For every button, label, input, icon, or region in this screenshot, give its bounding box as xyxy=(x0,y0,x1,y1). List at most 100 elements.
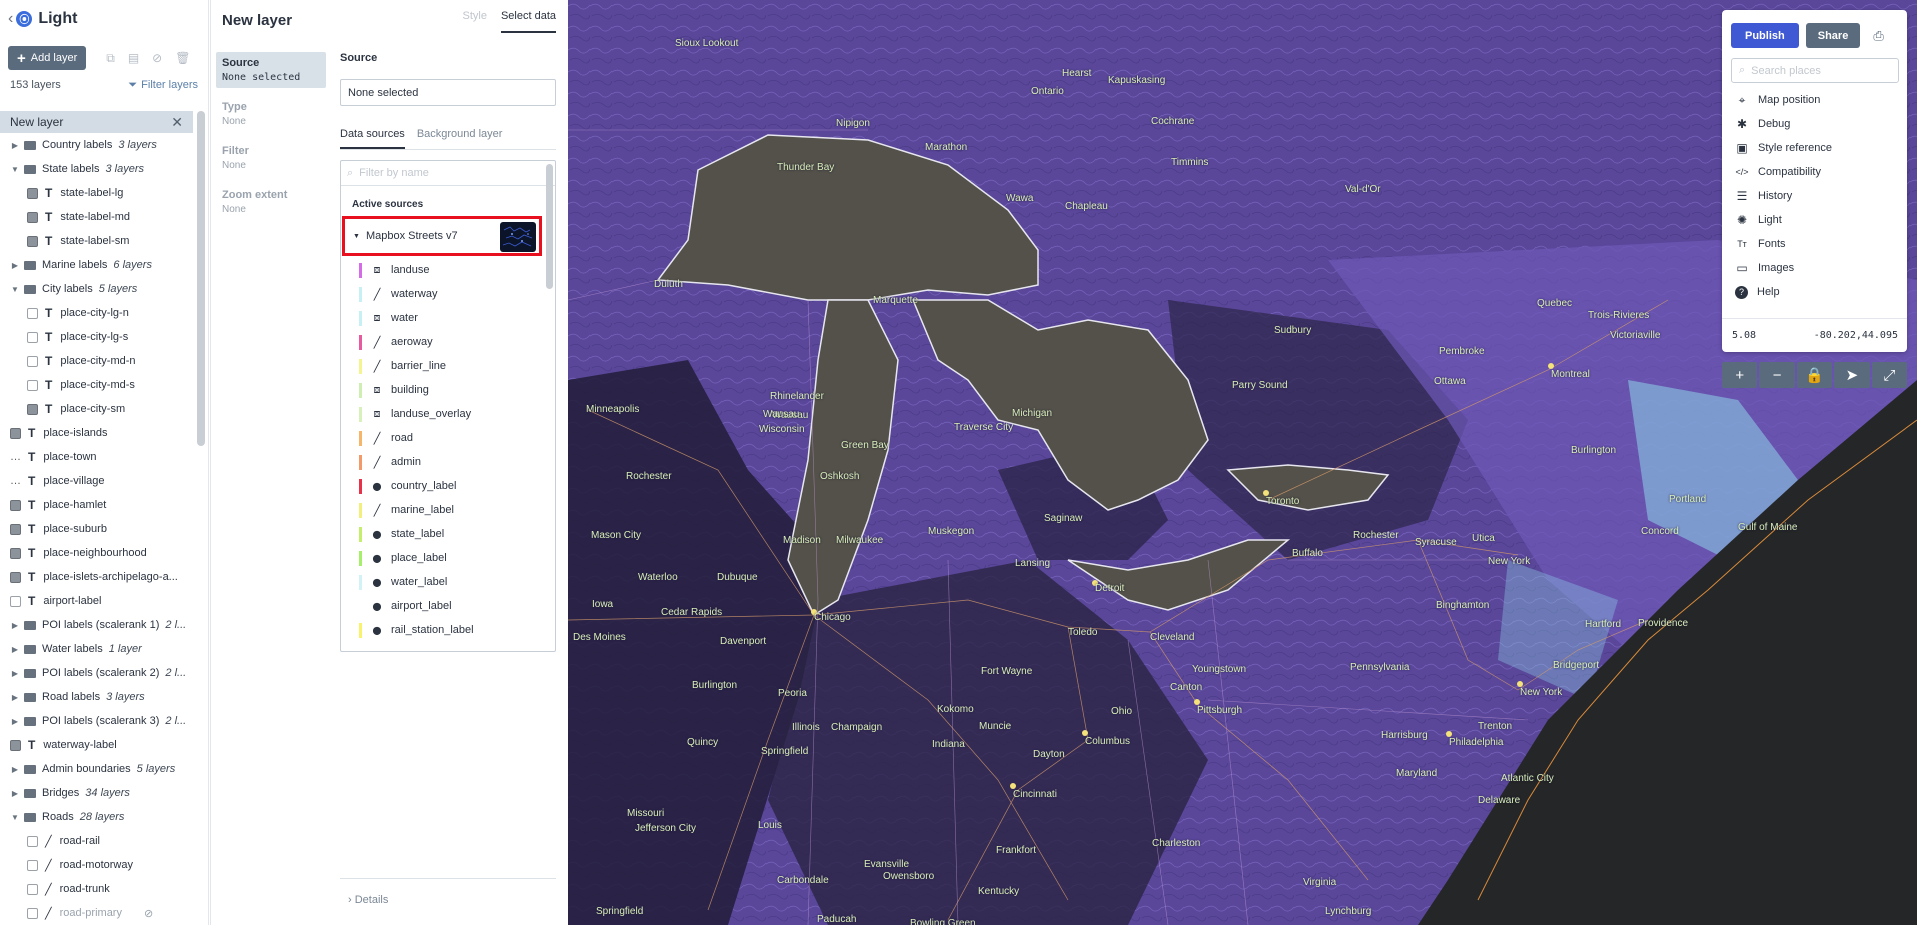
layer-list-scrollbar[interactable] xyxy=(197,111,205,446)
print-icon[interactable]: ⎙ xyxy=(1873,28,1883,44)
layer-row[interactable]: … Tplace-village xyxy=(0,469,193,493)
map-menu-item[interactable]: ▭ Images xyxy=(1722,256,1907,280)
layer-row[interactable]: Tplace-suburb xyxy=(0,517,193,541)
layer-row[interactable]: Tplace-neighbourhood xyxy=(0,541,193,565)
caret-right-icon[interactable]: ▶ xyxy=(10,645,20,654)
map-menu-item[interactable]: ✱ Debug xyxy=(1722,112,1907,136)
layer-group-row[interactable]: ▼ Roads 28 layers xyxy=(0,805,193,829)
tab-select-data[interactable]: Select data xyxy=(500,10,556,33)
map-menu-item[interactable]: ? Help xyxy=(1722,280,1907,304)
caret-right-icon[interactable]: ▶ xyxy=(10,621,20,630)
source-layer-item[interactable]: ╱ barrier_line xyxy=(341,354,555,378)
caret-right-icon[interactable]: ▶ xyxy=(10,141,20,150)
back-chevron-icon[interactable]: ‹ xyxy=(8,10,13,28)
layer-row[interactable]: ╱ road-motorway xyxy=(0,853,193,877)
details-toggle[interactable]: › Details xyxy=(340,878,556,906)
hide-icon[interactable]: ⊘ xyxy=(152,51,162,66)
sources-scrollbar[interactable] xyxy=(546,164,553,289)
search-places-input[interactable]: ⌕ Search places xyxy=(1731,58,1899,83)
layer-group-row[interactable]: ▶ Road labels 3 layers xyxy=(0,685,193,709)
layer-group-row[interactable]: ▶ POI labels (scalerank 3) 2 l... xyxy=(0,709,193,733)
new-layer-row[interactable]: New layer ✕ xyxy=(0,111,193,133)
source-layer-item[interactable]: ╱ waterway xyxy=(341,282,555,306)
add-layer-button[interactable]: + Add layer xyxy=(8,46,87,70)
source-layer-item[interactable]: ⬤ water_label xyxy=(341,570,555,594)
layer-group-row[interactable]: ▼ City labels 5 layers xyxy=(0,277,193,301)
source-layer-item[interactable]: ⧈ building xyxy=(341,378,555,402)
layer-row[interactable]: Tplace-islands xyxy=(0,421,193,445)
zoom-in-button[interactable]: + xyxy=(1722,362,1758,388)
layer-row[interactable]: Tplace-city-md-n xyxy=(0,349,193,373)
caret-right-icon[interactable]: ▶ xyxy=(10,693,20,702)
source-layer-item[interactable]: ⬤ state_label xyxy=(341,522,555,546)
source-layer-item[interactable]: ⧈ landuse xyxy=(341,258,555,282)
layer-row[interactable]: … Tplace-town xyxy=(0,445,193,469)
layer-row[interactable]: Tplace-city-lg-s xyxy=(0,325,193,349)
layer-group-row[interactable]: ▶ Water labels 1 layer xyxy=(0,637,193,661)
hidden-layer-icon[interactable]: ⊘ xyxy=(144,907,153,920)
layer-group-row[interactable]: ▶ POI labels (scalerank 2) 2 l... xyxy=(0,661,193,685)
editor-nav-source[interactable]: Source None selected xyxy=(216,52,326,88)
tab-background-layer[interactable]: Background layer xyxy=(417,128,503,149)
caret-right-icon[interactable]: ▶ xyxy=(10,261,20,270)
caret-right-icon[interactable]: ▶ xyxy=(10,717,20,726)
layer-row[interactable]: Tstate-label-lg xyxy=(0,181,193,205)
source-layer-item[interactable]: ╱ marine_label xyxy=(341,498,555,522)
share-button[interactable]: Share xyxy=(1805,23,1861,48)
source-layer-item[interactable]: ╱ road xyxy=(341,426,555,450)
layer-row[interactable]: ╱ road-rail xyxy=(0,829,193,853)
source-layer-item[interactable]: ⬤ place_label xyxy=(341,546,555,570)
layer-row[interactable]: Tplace-city-sm xyxy=(0,397,193,421)
map-menu-item[interactable]: ⌖ Map position xyxy=(1722,88,1907,112)
source-mapbox-streets[interactable]: ▼ Mapbox Streets v7 xyxy=(342,216,542,256)
layer-group-row[interactable]: ▶ Bridges 34 layers xyxy=(0,781,193,805)
map-menu-item[interactable]: ▣ Style reference xyxy=(1722,136,1907,160)
publish-button[interactable]: Publish xyxy=(1731,23,1799,48)
map-menu-item[interactable]: ☰ History xyxy=(1722,184,1907,208)
layer-row[interactable]: Tplace-city-lg-n xyxy=(0,301,193,325)
delete-icon[interactable]: 🗑 xyxy=(175,51,190,66)
zoom-out-button[interactable]: − xyxy=(1759,362,1795,388)
source-select[interactable]: None selected xyxy=(340,79,556,106)
caret-right-icon[interactable]: ▶ xyxy=(10,669,20,678)
source-layer-item[interactable]: ⧈ landuse_overlay xyxy=(341,402,555,426)
compass-icon[interactable]: ➤ xyxy=(1834,362,1870,388)
layer-group-row[interactable]: ▼ State labels 3 layers xyxy=(0,157,193,181)
editor-nav-filter[interactable]: Filter None xyxy=(216,140,326,176)
source-layer-item[interactable]: ⬤ rail_station_label xyxy=(341,618,555,642)
caret-down-icon[interactable]: ▼ xyxy=(10,165,20,174)
layer-row[interactable]: Tairport-label xyxy=(0,589,193,613)
editor-nav-zoom-extent[interactable]: Zoom extent None xyxy=(216,184,326,220)
layer-row[interactable]: Tstate-label-md xyxy=(0,205,193,229)
map-menu-item[interactable]: </> Compatibility xyxy=(1722,160,1907,184)
layer-group-row[interactable]: ▶ Admin boundaries 5 layers xyxy=(0,757,193,781)
filter-layers-button[interactable]: ⏷ Filter layers xyxy=(128,79,198,92)
close-icon[interactable]: ✕ xyxy=(171,114,183,131)
layer-group-row[interactable]: ▶ Country labels 3 layers xyxy=(0,133,193,157)
tab-style[interactable]: Style xyxy=(462,10,486,33)
source-layer-item[interactable]: ⧈ water xyxy=(341,306,555,330)
source-layer-item[interactable]: ╱ admin xyxy=(341,450,555,474)
group-icon[interactable]: ▤ xyxy=(128,51,139,66)
tab-data-sources[interactable]: Data sources xyxy=(340,128,405,149)
fullscreen-icon[interactable]: ⤢ xyxy=(1871,362,1908,388)
layer-row[interactable]: Tplace-hamlet xyxy=(0,493,193,517)
caret-right-icon[interactable]: ▶ xyxy=(10,765,20,774)
map-menu-item[interactable]: ✺ Light xyxy=(1722,208,1907,232)
editor-nav-type[interactable]: Type None xyxy=(216,96,326,132)
layer-group-row[interactable]: ▶ POI labels (scalerank 1) 2 l... xyxy=(0,613,193,637)
layer-row[interactable]: Tplace-city-md-s xyxy=(0,373,193,397)
layer-row[interactable]: ╱ road-primary ⊘ xyxy=(0,901,193,925)
caret-right-icon[interactable]: ▶ xyxy=(10,789,20,798)
layer-row[interactable]: ╱ road-trunk xyxy=(0,877,193,901)
source-layer-item[interactable]: ⬤ country_label xyxy=(341,474,555,498)
duplicate-icon[interactable]: ⧉ xyxy=(106,51,115,66)
layer-row[interactable]: Twaterway-label xyxy=(0,733,193,757)
caret-down-icon[interactable]: ▼ xyxy=(10,285,20,294)
map-menu-item[interactable]: Tт Fonts xyxy=(1722,232,1907,256)
source-layer-item[interactable]: ╱ aeroway xyxy=(341,330,555,354)
source-layer-item[interactable]: ⬤ airport_label xyxy=(341,594,555,618)
layer-group-row[interactable]: ▶ Marine labels 6 layers xyxy=(0,253,193,277)
caret-down-icon[interactable]: ▼ xyxy=(10,813,20,822)
filter-sources-input[interactable]: ⌕ Filter by name xyxy=(341,161,555,186)
